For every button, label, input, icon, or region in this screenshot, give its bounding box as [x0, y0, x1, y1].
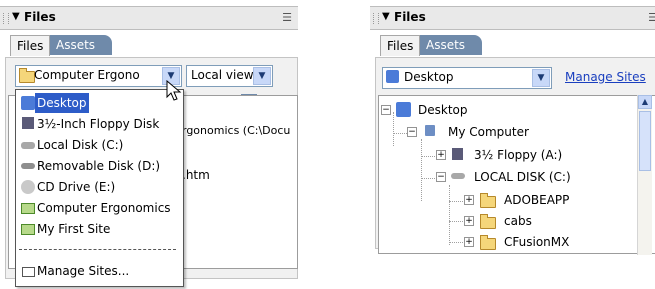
- scroll-up-icon[interactable]: ▲: [638, 95, 652, 109]
- site-dropdown-value: Desktop: [404, 70, 454, 84]
- tree-line: [449, 221, 463, 222]
- tree-line: [421, 178, 435, 179]
- panel-titlebar[interactable]: ▼ Files ☰: [0, 6, 298, 30]
- chevron-down-icon[interactable]: ▼: [253, 67, 271, 85]
- expand-toggle-icon[interactable]: +: [464, 216, 474, 226]
- menu-item-manage-sites[interactable]: Manage Sites...: [17, 261, 182, 281]
- menu-item-local-disk[interactable]: Local Disk (C:): [17, 135, 182, 155]
- tree-line: [393, 133, 407, 134]
- site-folder-icon: [21, 203, 35, 214]
- site-folder-icon: [21, 224, 35, 235]
- floppy-icon: [22, 117, 34, 129]
- files-panel-right: ▼ Files ☰ Files Assets Desktop ▼ Manage …: [370, 0, 655, 289]
- tree-line: [449, 201, 463, 202]
- collapse-toggle-icon[interactable]: −: [407, 127, 417, 137]
- file-name[interactable]: .htm: [182, 168, 210, 182]
- tree-line: [449, 185, 450, 245]
- site-dropdown-menu: Desktop 3½-Inch Floppy Disk Local Disk (…: [15, 89, 184, 287]
- mouse-cursor-icon: [166, 80, 182, 101]
- expand-toggle-icon[interactable]: +: [436, 150, 446, 160]
- site-folder-icon: [19, 68, 35, 83]
- scroll-thumb[interactable]: [639, 111, 651, 171]
- site-tree-icon: [22, 267, 35, 277]
- floppy-icon: [452, 148, 463, 160]
- view-dropdown-value: Local view: [191, 68, 254, 82]
- tab-files[interactable]: Files: [10, 35, 51, 56]
- path-text: rgonomics (C:\Docu: [182, 124, 291, 137]
- hard-disk-icon: [451, 173, 465, 179]
- removable-disk-icon: [21, 163, 35, 169]
- collapse-arrow-icon[interactable]: ▼: [382, 11, 390, 22]
- menu-item-removable-disk[interactable]: Removable Disk (D:): [17, 156, 182, 176]
- panel-title: Files: [24, 10, 56, 24]
- view-dropdown[interactable]: Local view ▼: [186, 65, 273, 87]
- panel-options-icon[interactable]: ☰: [648, 11, 655, 24]
- tab-strip: Files Assets: [380, 35, 655, 57]
- expand-toggle-icon[interactable]: +: [464, 195, 474, 205]
- site-dropdown-value: Computer Ergono: [34, 68, 140, 82]
- vertical-scrollbar[interactable]: ▲: [637, 95, 652, 255]
- menu-item-desktop[interactable]: Desktop: [17, 93, 182, 113]
- grip-icon[interactable]: [3, 13, 9, 24]
- panel-title: Files: [394, 10, 426, 24]
- desktop-icon: [396, 102, 411, 117]
- files-panel-left: ▼ Files ☰ Files Assets Computer Ergono ▼…: [0, 0, 298, 289]
- chevron-down-icon[interactable]: ▼: [532, 69, 550, 87]
- menu-item-cd-drive[interactable]: CD Drive (E:): [17, 177, 182, 197]
- computer-icon: [425, 125, 435, 136]
- site-dropdown[interactable]: Desktop ▼: [382, 67, 552, 89]
- tree-line: [393, 112, 394, 146]
- tree-line: [449, 242, 463, 243]
- desktop-icon: [386, 70, 399, 83]
- site-dropdown[interactable]: Computer Ergono ▼: [15, 65, 182, 87]
- panel-titlebar[interactable]: ▼ Files ☰: [370, 6, 655, 30]
- menu-item-computer-ergonomics[interactable]: Computer Ergonomics: [17, 198, 182, 218]
- tab-files[interactable]: Files: [380, 35, 421, 56]
- expand-toggle-icon[interactable]: +: [464, 237, 474, 247]
- tree-line: [421, 139, 422, 201]
- menu-separator: [19, 249, 176, 250]
- manage-sites-link[interactable]: Manage Sites: [565, 70, 646, 84]
- tab-strip: Files Assets: [10, 35, 298, 57]
- desktop-icon: [21, 96, 35, 110]
- menu-item-my-first-site[interactable]: My First Site: [17, 219, 182, 239]
- cd-drive-icon: [21, 180, 35, 194]
- folder-icon: [480, 193, 496, 208]
- tab-assets[interactable]: Assets: [420, 35, 482, 55]
- menu-item-floppy[interactable]: 3½-Inch Floppy Disk: [17, 114, 182, 134]
- panel-options-icon[interactable]: ☰: [282, 11, 292, 24]
- tree-line: [421, 156, 435, 157]
- tab-assets[interactable]: Assets: [50, 35, 112, 55]
- folder-icon: [480, 214, 496, 229]
- collapse-toggle-icon[interactable]: −: [436, 172, 446, 182]
- collapse-toggle-icon[interactable]: −: [381, 105, 391, 115]
- collapse-arrow-icon[interactable]: ▼: [12, 11, 20, 22]
- grip-icon[interactable]: [373, 13, 379, 24]
- hard-disk-icon: [21, 142, 35, 149]
- folder-icon: [480, 235, 496, 250]
